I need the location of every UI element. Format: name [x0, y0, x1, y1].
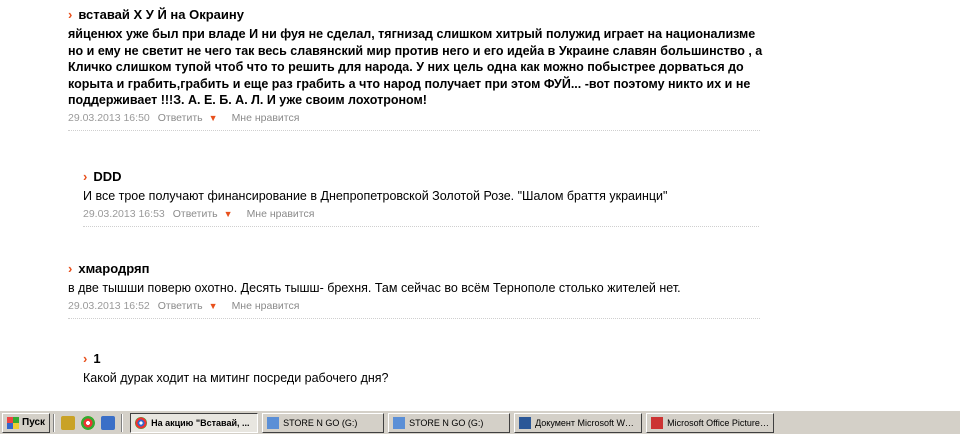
like-link[interactable]: Мне нравится	[232, 300, 300, 312]
taskbar: Пуск На акцию "Вставай, ... STORE N GO (…	[0, 410, 960, 434]
word-icon	[519, 416, 532, 429]
divider	[53, 413, 56, 432]
chrome-icon	[135, 416, 148, 429]
like-link[interactable]: Мне нравится	[247, 208, 315, 220]
start-label: Пуск	[22, 417, 46, 428]
comment: › вставай Х У Й на Окраину яйценюх уже б…	[68, 6, 768, 131]
comment-author: › 1	[83, 350, 759, 368]
comment-date: 29.03.2013 16:50	[68, 111, 150, 124]
chevron-right-icon: ›	[68, 261, 73, 276]
task-label: Документ Microsoft Wor...	[535, 417, 638, 428]
taskbar-button-drive[interactable]: STORE N GO (G:)	[262, 412, 385, 433]
comment-text: в две тышши поверю охотно. Десять тышш- …	[68, 281, 681, 295]
reply-link[interactable]: Ответить	[158, 300, 203, 312]
divider	[121, 413, 124, 432]
comment-date: 29.03.2013 16:52	[68, 300, 150, 312]
show-desktop-icon[interactable]	[101, 415, 116, 430]
author-name: DDD	[93, 169, 122, 184]
comment-text: И все трое получают финансирование в Дне…	[83, 189, 668, 203]
comment-meta: 29.03.2013 16:52 Ответить ▼ Мне нравится	[68, 300, 760, 319]
comment-text: Какой дурак ходит на митинг посреди рабо…	[83, 371, 389, 385]
like-link[interactable]: Мне нравится	[232, 112, 300, 124]
start-button[interactable]: Пуск	[2, 412, 51, 433]
author-name: хмародряп	[78, 261, 150, 276]
taskbar-button-picture-manager[interactable]: Microsoft Office Picture ...	[646, 412, 775, 433]
author-name: 1	[93, 351, 101, 366]
task-label: STORE N GO (G:)	[283, 417, 358, 428]
taskbar-button-word[interactable]: Документ Microsoft Wor...	[514, 412, 643, 433]
comment: › DDD И все трое получают финансирование…	[83, 168, 759, 227]
task-label: На акцию "Вставай, ...	[151, 417, 250, 428]
comment-meta: 29.03.2013 16:53 Ответить ▼ Мне нравится	[83, 208, 759, 227]
taskbar-button-browser[interactable]: На акцию "Вставай, ...	[130, 412, 259, 433]
author-name: вставай Х У Й на Окраину	[78, 7, 244, 22]
comment-author: › вставай Х У Й на Окраину	[68, 6, 768, 24]
comments-list: › вставай Х У Й на Окраину яйценюх уже б…	[0, 0, 960, 410]
chevron-right-icon: ›	[83, 169, 88, 184]
caret-down-icon[interactable]: ▼	[209, 301, 218, 311]
taskbar-button-drive[interactable]: STORE N GO (G:)	[388, 412, 511, 433]
comment-author: › хмародряп	[68, 260, 768, 278]
chevron-right-icon: ›	[83, 351, 88, 366]
comment: › хмародряп в две тышши поверю охотно. Д…	[68, 260, 768, 319]
comment-meta: 29.03.2013 16:50 Ответить ▼ Мне нравится	[68, 112, 760, 131]
quicklaunch-app-icon[interactable]	[61, 415, 76, 430]
reply-link[interactable]: Ответить	[158, 112, 203, 124]
drive-icon	[393, 416, 406, 429]
task-label: STORE N GO (G:)	[409, 417, 484, 428]
comment: › 1 Какой дурак ходит на митинг посреди …	[83, 350, 759, 387]
drive-icon	[267, 416, 280, 429]
comment-date: 29.03.2013 16:53	[83, 208, 165, 220]
caret-down-icon[interactable]: ▼	[209, 113, 218, 123]
reply-link[interactable]: Ответить	[173, 208, 218, 220]
chevron-right-icon: ›	[68, 7, 73, 22]
chrome-icon[interactable]	[81, 415, 96, 430]
caret-down-icon[interactable]: ▼	[224, 209, 233, 219]
task-label: Microsoft Office Picture ...	[667, 417, 770, 428]
comment-text: яйценюх уже был при владе И ни фуя не сд…	[68, 27, 763, 107]
comment-author: › DDD	[83, 168, 759, 186]
picture-icon	[651, 416, 664, 429]
windows-logo-icon	[7, 416, 19, 429]
